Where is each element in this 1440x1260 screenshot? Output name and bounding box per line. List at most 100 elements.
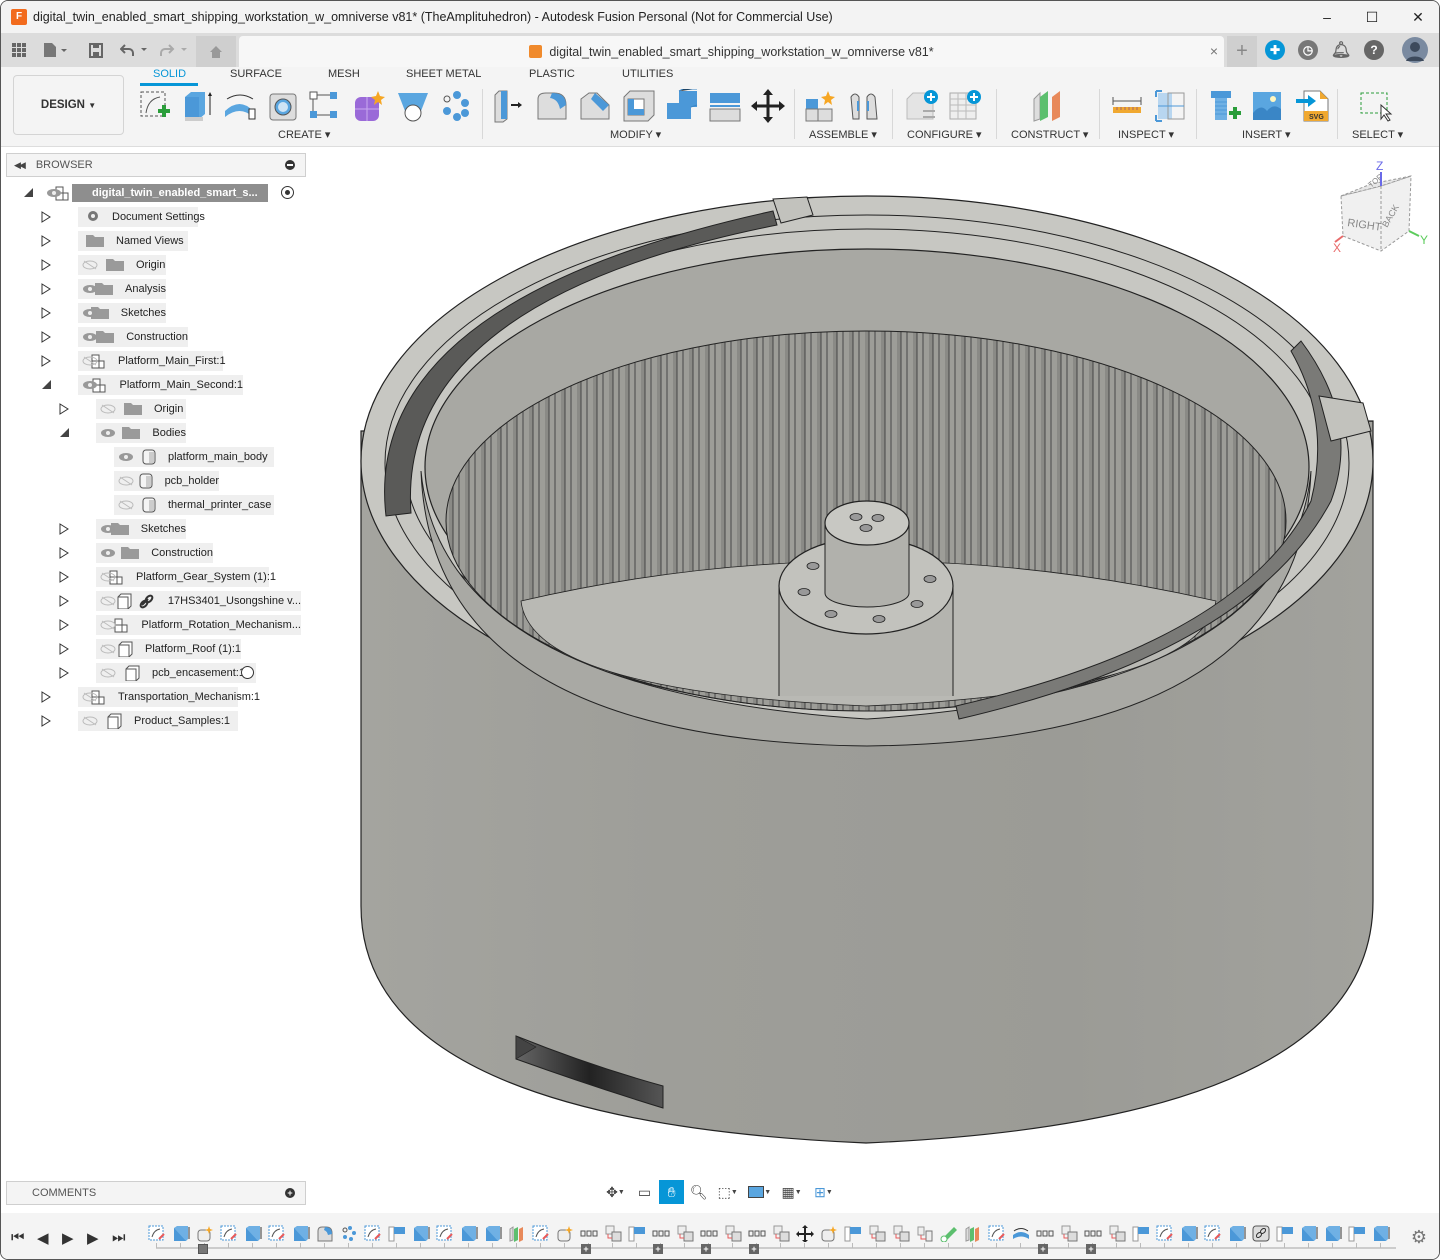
timeline-feature-extrude-icon[interactable] [412, 1225, 430, 1242]
expand-arrow-icon[interactable] [59, 571, 69, 583]
browser-item-pill[interactable]: platform_main_body [114, 447, 274, 467]
visibility-eye-icon[interactable] [82, 332, 97, 342]
browser-item-pill[interactable]: Platform_Gear_System (1):1 [96, 567, 276, 587]
hidden-eye-icon[interactable] [100, 668, 116, 678]
browser-item-pill[interactable]: Platform_Roof (1):1 [96, 639, 241, 659]
visibility-eye-icon[interactable] [82, 284, 97, 294]
timeline-feature-form-icon[interactable] [556, 1225, 574, 1242]
expand-arrow-icon[interactable] [41, 691, 51, 703]
loft-icon[interactable] [396, 89, 430, 123]
rectangular-pattern-icon[interactable] [308, 89, 342, 123]
visibility-eye-icon[interactable] [82, 380, 97, 390]
browser-item-pill[interactable]: Document Settings [78, 207, 205, 227]
browser-item-pill[interactable]: Product_Samples:1 [78, 711, 238, 731]
tab-utilities[interactable]: UTILITIES [622, 68, 673, 80]
job-status-icon[interactable]: ◷ [1298, 40, 1318, 60]
collapse-arrow-icon[interactable] [59, 427, 69, 439]
hidden-eye-icon[interactable] [82, 716, 98, 726]
timeline-feature-extrude-icon[interactable] [1228, 1225, 1246, 1242]
timeline-feature-fillet-icon[interactable] [316, 1225, 334, 1242]
workspace-switcher[interactable]: DESIGN ▼ [13, 75, 124, 135]
zoom-icon[interactable]: 🔍︎ [687, 1180, 710, 1204]
display-settings-icon[interactable]: ▼ [745, 1180, 774, 1204]
look-at-icon[interactable]: ▭ [633, 1180, 656, 1204]
hidden-eye-icon[interactable] [118, 500, 134, 510]
browser-item[interactable]: Construction [1, 327, 306, 347]
timeline-feature-link-icon[interactable] [1252, 1225, 1270, 1242]
timeline-feature-group-icon[interactable] [700, 1225, 718, 1242]
close-tab-icon[interactable]: × [1210, 43, 1218, 59]
expand-arrow-icon[interactable] [41, 331, 51, 343]
visibility-eye-icon[interactable] [82, 308, 97, 318]
hole-icon[interactable] [267, 89, 301, 123]
expand-arrow-icon[interactable] [41, 715, 51, 727]
joint-icon[interactable] [847, 89, 881, 123]
timeline-feature-sketch-icon[interactable] [364, 1225, 382, 1242]
insert-canvas-icon[interactable] [1251, 89, 1285, 123]
split-body-icon[interactable] [708, 89, 742, 123]
expand-arrow-icon[interactable] [41, 211, 51, 223]
browser-item-pill[interactable]: digital_twin_enabled_smart_s... [42, 183, 268, 203]
tab-solid[interactable]: SOLID [153, 68, 186, 80]
expand-arrow-icon[interactable] [59, 643, 69, 655]
tab-mesh[interactable]: MESH [328, 68, 360, 80]
notifications-icon[interactable]: 🔔︎ [1331, 40, 1351, 60]
timeline-feature-group-icon[interactable] [580, 1225, 598, 1242]
step-back-button[interactable]: ◀ [37, 1229, 49, 1247]
timeline-feature-construct-icon[interactable] [508, 1225, 526, 1242]
go-to-end-button[interactable]: ⏭︎ [112, 1229, 126, 1246]
timeline-feature-extrude-icon[interactable] [1324, 1225, 1342, 1242]
step-forward-button[interactable]: ▶ [87, 1229, 99, 1247]
browser-item[interactable]: Platform_Main_Second:1 [1, 375, 306, 395]
minimize-browser-icon[interactable] [285, 160, 295, 170]
timeline-feature-extrude-icon[interactable] [172, 1225, 190, 1242]
timeline-feature-sketch-icon[interactable] [1204, 1225, 1222, 1242]
play-button[interactable]: ▶ [62, 1229, 74, 1247]
timeline-feature-group-icon[interactable] [1036, 1225, 1054, 1242]
expand-arrow-icon[interactable] [59, 667, 69, 679]
browser-item[interactable]: Platform_Main_First:1 [1, 351, 306, 371]
timeline-feature-form-icon[interactable] [196, 1225, 214, 1242]
browser-item[interactable]: Construction [1, 543, 306, 563]
timeline-feature-extrude-icon[interactable] [1180, 1225, 1198, 1242]
insert-svg-icon[interactable]: SVG [1296, 89, 1330, 123]
visibility-eye-icon[interactable] [100, 524, 115, 534]
close-window-button[interactable]: ✕ [1395, 1, 1439, 33]
insert-menu[interactable]: INSERT ▾ [1242, 128, 1291, 141]
timeline-feature-component-icon[interactable] [1060, 1225, 1078, 1242]
browser-item-pill[interactable]: Named Views [78, 231, 188, 251]
timeline-feature-extrude-icon[interactable] [484, 1225, 502, 1242]
fillet-icon[interactable] [536, 89, 570, 123]
pattern-icon[interactable] [438, 89, 472, 123]
help-icon[interactable]: ? [1364, 40, 1384, 60]
document-tab[interactable]: digital_twin_enabled_smart_shipping_work… [239, 36, 1224, 67]
expand-arrow-icon[interactable] [41, 235, 51, 247]
file-menu-icon[interactable] [41, 39, 71, 61]
browser-item-pill[interactable]: Analysis [78, 279, 166, 299]
browser-item-pill[interactable]: pcb_encasement:1 [96, 663, 256, 683]
browser-item[interactable]: Sketches [1, 303, 306, 323]
timeline-feature-sweep-icon[interactable] [940, 1225, 958, 1242]
activate-radio[interactable] [241, 666, 254, 679]
browser-item[interactable]: Platform_Gear_System (1):1 [1, 567, 306, 587]
interference-icon[interactable] [1154, 89, 1188, 123]
browser-item[interactable]: Transportation_Mechanism:1 [1, 687, 306, 707]
browser-item-pill[interactable]: pcb_holder [114, 471, 219, 491]
minimize-button[interactable]: – [1304, 1, 1350, 33]
create-menu[interactable]: CREATE ▾ [278, 128, 330, 141]
browser-item-pill[interactable]: Platform_Main_First:1 [78, 351, 226, 371]
timeline-feature-extrude-icon[interactable] [1372, 1225, 1390, 1242]
expand-group-icon[interactable]: + [581, 1244, 591, 1254]
browser-item[interactable]: platform_main_body [1, 447, 306, 467]
assemble-menu[interactable]: ASSEMBLE ▾ [809, 128, 877, 141]
browser-item[interactable]: thermal_printer_case [1, 495, 306, 515]
create-sketch-icon[interactable] [138, 89, 172, 123]
browser-item-pill[interactable]: Construction [78, 327, 188, 347]
home-icon[interactable] [196, 36, 236, 67]
browser-item[interactable]: Analysis [1, 279, 306, 299]
combine-icon[interactable] [665, 89, 699, 123]
timeline-feature-component-icon[interactable] [676, 1225, 694, 1242]
tab-sheet-metal[interactable]: SHEET METAL [406, 68, 481, 80]
chamfer-icon[interactable] [579, 89, 613, 123]
activate-component-radio[interactable] [281, 186, 294, 199]
